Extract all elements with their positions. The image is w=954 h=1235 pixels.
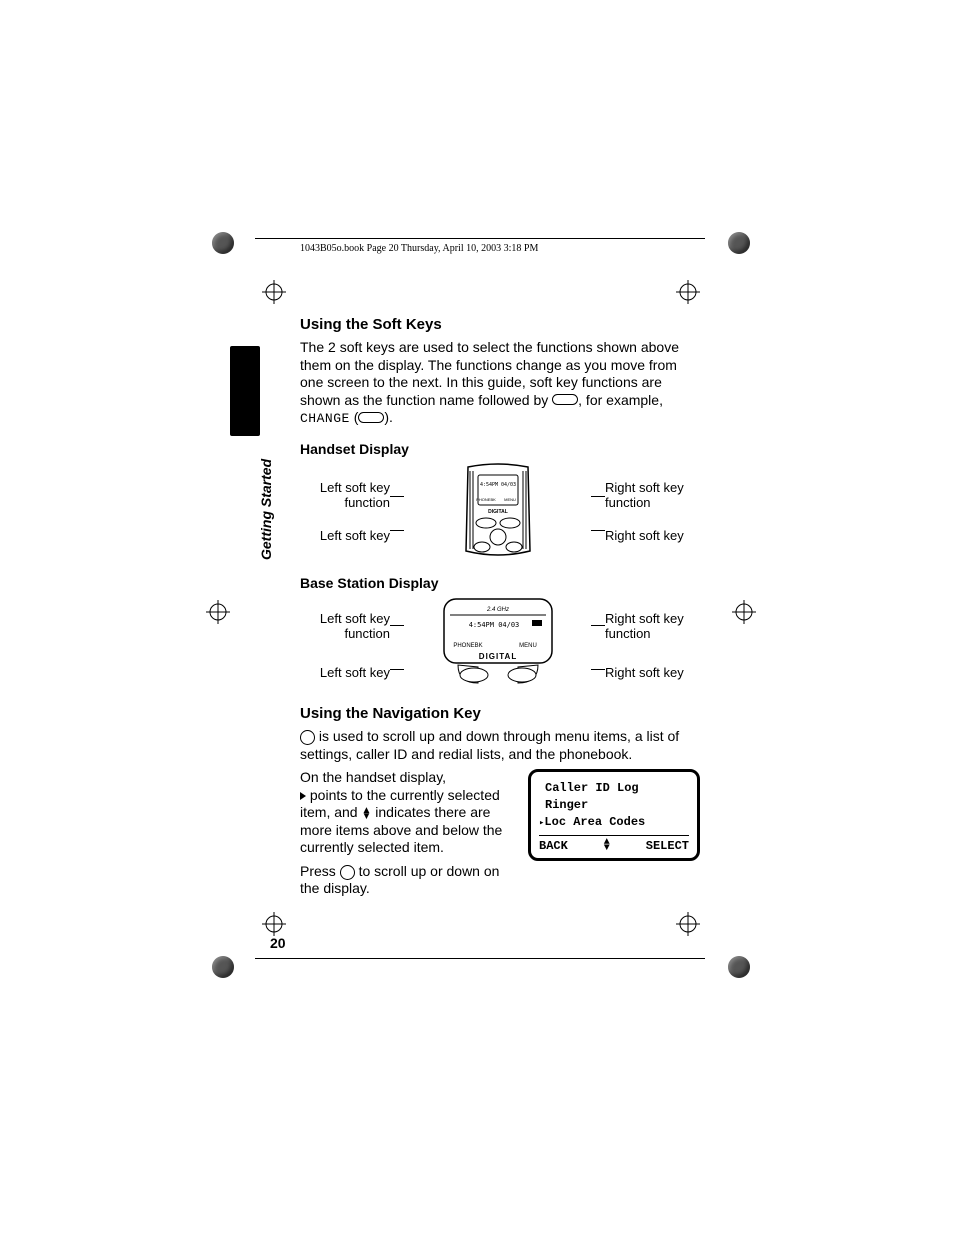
registration-ball [728,232,750,254]
registration-mark [262,280,286,304]
heading-base-display: Base Station Display [300,575,700,591]
text: On the handset display, [300,769,446,785]
menu-item-selected: ▸Loc Area Codes [539,814,689,831]
text: , for example, [578,392,663,408]
registration-mark [262,912,286,936]
soft-right: SELECT [646,838,689,855]
menu-item: Caller ID Log [539,780,689,797]
registration-ball [728,956,750,978]
screen-right: MENU [519,643,537,649]
soft-left: BACK [539,838,568,855]
updown-icon: ▲▼ [361,808,371,820]
registration-ball [212,956,234,978]
change-label: CHANGE [300,411,350,426]
label-left-fn: Left soft key function [300,611,390,641]
para-nav-2: On the handset display, points to the cu… [300,769,514,898]
label-right-fn: Right soft key function [605,611,700,641]
text: Press [300,863,340,879]
page-content: Using the Soft Keys The 2 soft keys are … [300,252,700,898]
label-left-key: Left soft key [300,528,390,543]
screen-left: PHONEBK [476,497,496,502]
crop-line [255,238,705,239]
softkey-icon [358,412,384,423]
label-left-key: Left soft key [300,665,390,680]
sample-menu-screen: Caller ID Log Ringer ▸Loc Area Codes BAC… [528,769,700,861]
screen-time: 4:54PM 04/03 [468,621,519,629]
registration-ball [212,232,234,254]
base-illustration: 2.4 GHz 4:54PM 04/03 PHONEBK MENU DIGITA… [438,595,558,695]
screen-left: PHONEBK [453,643,482,649]
base-diagram: Left soft key function Left soft key 2.4… [300,595,700,695]
screen-top: 2.4 GHz [485,607,508,613]
section-tab [230,346,260,436]
label-right-key: Right soft key [605,665,700,680]
heading-soft-keys: Using the Soft Keys [300,316,700,333]
text: is used to scroll up and down through me… [300,728,679,762]
text: ( [350,409,359,425]
para-soft-keys: The 2 soft keys are used to select the f… [300,339,700,427]
heading-nav-key: Using the Navigation Key [300,705,700,722]
screen-right: MENU [504,497,516,502]
screen-brand: DIGITAL [478,652,516,661]
crop-line [255,958,705,959]
registration-mark [732,600,756,624]
registration-mark [676,912,700,936]
handset-diagram: Left soft key function Left soft key 4:5… [300,461,700,561]
softkey-icon [552,394,578,405]
label-right-key: Right soft key [605,528,700,543]
menu-item: Ringer [539,797,689,814]
label-right-fn: Right soft key function [605,480,700,510]
section-side-label: Getting Started [258,459,274,560]
page-number: 20 [270,935,286,951]
nav-key-icon [300,730,315,745]
registration-mark [206,600,230,624]
updown-icon: ▲▼ [604,840,610,852]
screen-time: 4:54PM 04/03 [479,482,515,488]
nav-key-icon [340,865,355,880]
text: ). [384,409,393,425]
handset-illustration: 4:54PM 04/03 PHONEBK MENU DIGITAL [456,461,540,561]
label-left-fn: Left soft key function [300,480,390,510]
screen-brand: DIGITAL [488,509,508,515]
heading-handset-display: Handset Display [300,441,700,457]
para-nav-1: is used to scroll up and down through me… [300,728,700,763]
